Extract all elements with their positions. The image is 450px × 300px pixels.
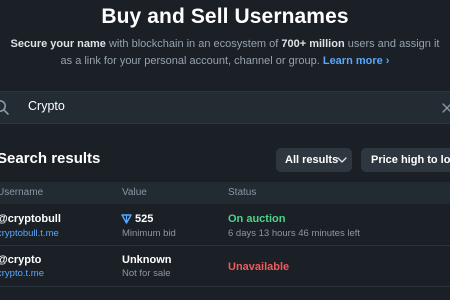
subtitle-text-1: with blockchain in an ecosystem of	[105, 38, 282, 50]
status-badge: On auction	[228, 213, 286, 225]
status-badge: Unavailable	[228, 261, 290, 273]
value: Unknown	[122, 254, 172, 266]
column-username[interactable]: Username	[0, 187, 43, 198]
subtitle-users: 700+ million	[281, 38, 345, 50]
value-note: Minimum bid	[122, 228, 176, 239]
search-icon	[0, 100, 9, 115]
username-link[interactable]: crypto.t.me	[0, 268, 44, 279]
search-bar[interactable]	[0, 91, 450, 124]
search-input[interactable]: Crypto	[28, 99, 65, 113]
username-link[interactable]: cryptobull.t.me	[0, 228, 59, 239]
sort-dropdown[interactable]: Price high to low	[361, 148, 450, 172]
value: 525	[135, 213, 154, 225]
username[interactable]: @cryptobull	[0, 213, 61, 225]
row-divider	[0, 245, 450, 246]
table-header	[0, 182, 450, 204]
close-icon[interactable]	[441, 102, 450, 114]
chevron-down-icon	[337, 157, 347, 163]
learn-more-link[interactable]: Learn more ›	[323, 55, 390, 67]
page-subtitle: Secure your name with blockchain in an e…	[6, 36, 444, 70]
subtitle-lead: Secure your name	[10, 38, 106, 50]
page-title: Buy and Sell Usernames	[101, 5, 349, 28]
column-status[interactable]: Status	[228, 187, 256, 198]
value-note: Not for sale	[122, 268, 171, 279]
username[interactable]: @crypto	[0, 254, 41, 266]
status-note: 6 days 13 hours 46 minutes left	[228, 228, 361, 239]
all-results-label: All results	[285, 154, 339, 166]
search-results-title: Search results	[0, 150, 101, 167]
sort-label: Price high to low	[371, 154, 450, 166]
column-value[interactable]: Value	[122, 187, 147, 198]
ton-icon	[121, 214, 132, 224]
all-results-dropdown[interactable]: All results	[276, 148, 352, 172]
row-divider	[0, 286, 450, 287]
